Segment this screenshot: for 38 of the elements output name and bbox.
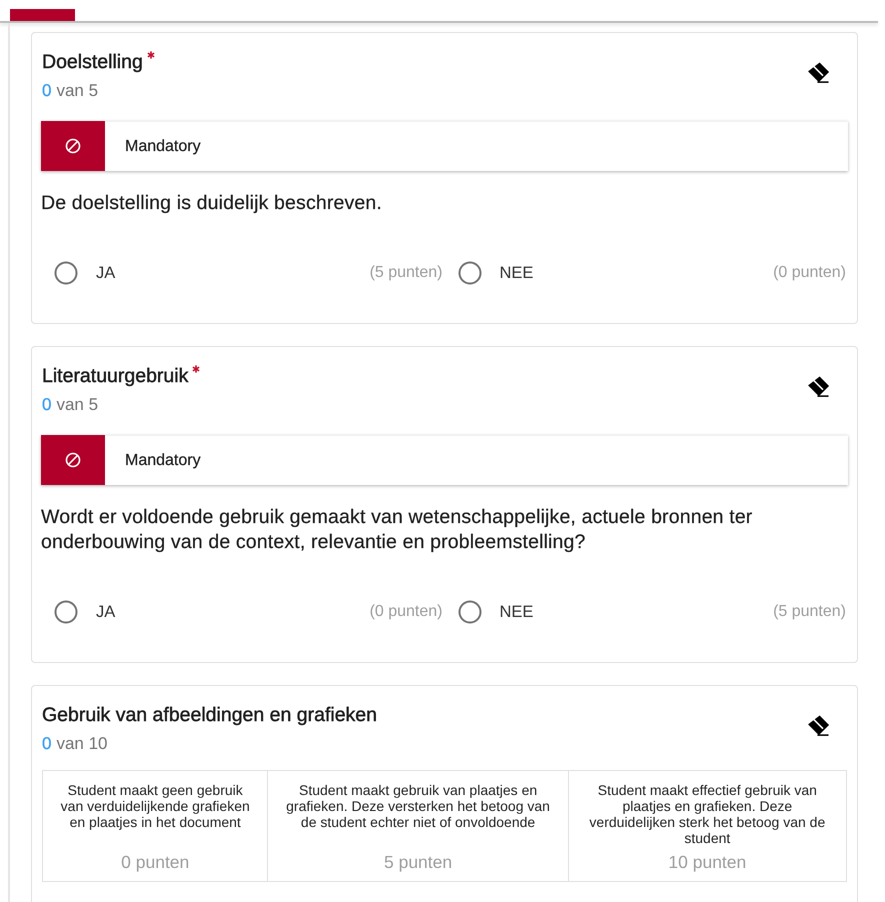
criterion-title: Literatuurgebruik — [42, 364, 188, 388]
level-description: Student maakt geen gebruik van verduidelijkende grafieken en plaatjes in het document — [60, 782, 251, 830]
level-points: 5 punten — [383, 851, 454, 872]
option-points: (5 punten) — [773, 603, 846, 621]
max-score: van 10 — [56, 733, 108, 755]
option-label: NEE — [500, 602, 534, 622]
radio-button[interactable] — [54, 600, 78, 624]
level-description: Student maakt gebruik van plaatjes en grafieken. Deze versterken het betoog van de student echter niet of onvoldoende — [285, 782, 551, 830]
criterion-title: Gebruik van afbeeldingen en grafieken — [42, 703, 377, 727]
option-label: JA — [96, 602, 116, 622]
option-label: JA — [96, 264, 116, 282]
eraser-icon[interactable] — [806, 715, 830, 736]
radio-button[interactable] — [458, 600, 482, 624]
score-value: 0 — [42, 80, 52, 102]
score-value: 0 — [42, 394, 52, 416]
score-value: 0 — [42, 733, 52, 755]
question-text: Wordt er voldoende gebruik gemaakt van wetenschappelijke, actuele bronnen ter onderbouwing van de context, relevantie en probleemstelling? — [41, 505, 754, 555]
radio-button[interactable] — [458, 261, 482, 285]
notice-text: Mandatory — [125, 138, 201, 156]
criterion-title: Doelstelling — [42, 50, 143, 74]
option-label: NEE — [500, 264, 534, 282]
level-description: Student maakt effectief gebruik van plaatjes en grafieken. Deze verduidelijken sterk het betoog van de student — [588, 782, 826, 846]
max-score: van 5 — [56, 394, 98, 416]
level-points: 10 punten — [667, 851, 748, 872]
max-score: van 5 — [56, 80, 98, 102]
rubric-level[interactable]: Student maakt geen gebruik van verduidelijkende grafieken en plaatjes in het document 0 punten — [43, 771, 268, 881]
eraser-icon[interactable] — [806, 376, 830, 397]
radio-button[interactable] — [54, 261, 78, 285]
question-text: De doelstelling is duidelijk beschreven. — [41, 191, 383, 216]
option-points: (0 punten) — [773, 264, 846, 282]
notice-text: Mandatory — [125, 452, 201, 470]
option-points: (0 punten) — [370, 603, 442, 621]
eraser-icon[interactable] — [806, 62, 830, 83]
rubric-level[interactable]: Student maakt gebruik van plaatjes en grafieken. Deze versterken het betoog van de student echter niet of onvoldoende 5 punten — [267, 771, 568, 881]
level-points: 0 punten — [120, 851, 190, 872]
rubric-level[interactable]: Student maakt effectief gebruik van plaatjes en grafieken. Deze verduidelijken sterk het betoog van de student 10 punten — [568, 771, 846, 881]
option-points: (5 punten) — [370, 264, 442, 282]
active-tab-indicator — [10, 9, 75, 21]
